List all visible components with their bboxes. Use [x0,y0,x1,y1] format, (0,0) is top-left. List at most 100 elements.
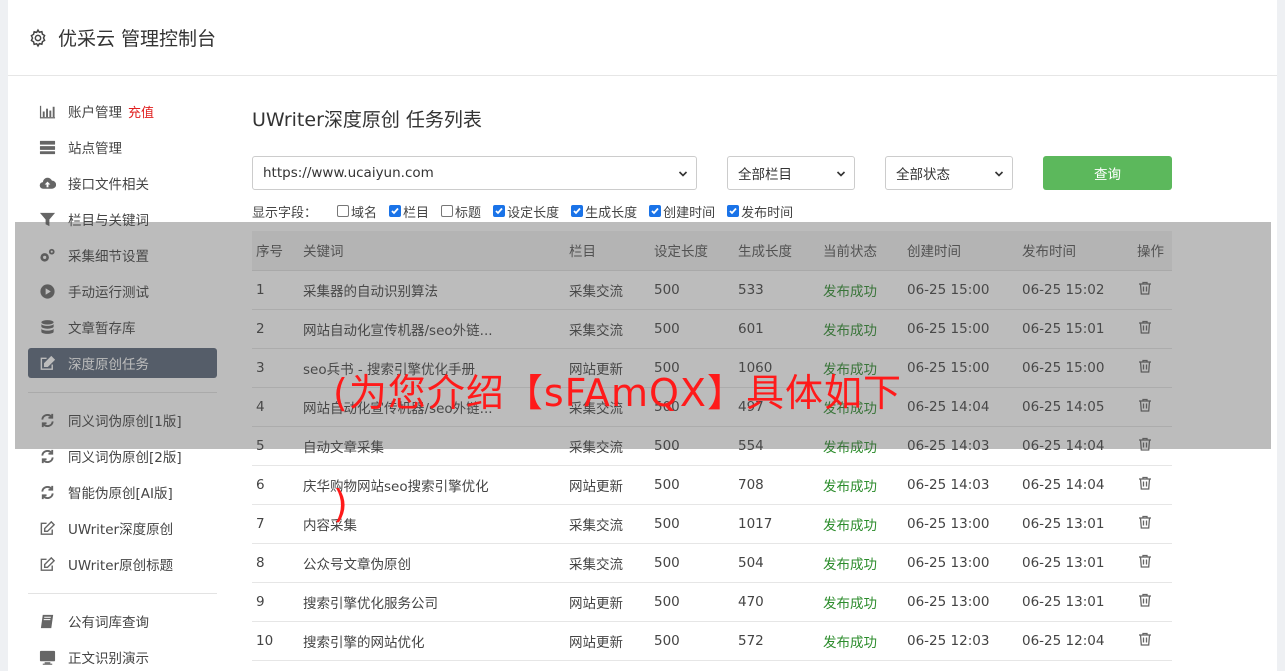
field-checkbox-column[interactable]: 栏目 [389,202,429,221]
cell-created: 06-25 13:00 [903,582,1018,622]
cell-index: 8 [252,543,299,583]
sidebar-item-interface-files[interactable]: 接口文件相关 [28,168,217,198]
query-button[interactable]: 查询 [1043,156,1172,190]
sidebar-item-sites[interactable]: 站点管理 [28,132,217,162]
sidebar-item-label: 同义词伪原创[2版] [68,450,182,466]
console-header: 优采云 管理控制台 [8,0,1277,76]
field-checkbox-title[interactable]: 标题 [441,202,481,221]
check-icon [391,207,399,215]
sidebar-item-label: UWriter原创标题 [68,558,174,574]
cell-actions [1133,504,1172,544]
cell-gen-length: 470 [734,582,819,622]
sidebar-item-label: 账户管理 [68,105,122,121]
sidebar-item-label: 公有词库查询 [68,615,149,631]
cell-set-length: 500 [650,543,734,583]
table-row: 10 搜索引擎的网站优化 网站更新 500 572 发布成功 06-25 12:03 06-2… [252,621,1172,661]
table-row: 9 搜索引擎优化服务公司 网站更新 500 470 发布成功 06-25 13:00 06-2… [252,582,1172,622]
chevron-down-icon [678,171,688,177]
cell-index: 9 [252,582,299,622]
checkbox[interactable] [337,205,350,217]
cell-index: 10 [252,621,299,661]
sidebar-item-label: 正文识别演示 [68,651,149,667]
sidebar-item-ai-rewrite[interactable]: 智能伪原创[AI版] [28,477,217,507]
trash-icon[interactable] [1137,592,1153,608]
check-icon [729,207,737,215]
cell-gen-length: 504 [734,543,819,583]
cell-column: 采集交流 [565,543,650,583]
cell-actions [1133,582,1172,622]
sidebar-item-uwriter-title[interactable]: UWriter原创标题 [28,549,217,579]
console-title: 优采云 管理控制台 [58,28,217,50]
checkbox-checked[interactable] [727,205,740,217]
checkbox-checked[interactable] [649,205,662,217]
bar-chart-icon [38,102,56,120]
trash-icon[interactable] [1137,631,1153,647]
cell-keyword: 搜索引擎优化服务公司 [299,582,565,622]
check-icon [573,207,581,215]
cell-status: 发布成功 [819,621,903,661]
checkbox-label: 域名 [351,205,378,221]
server-icon [38,138,56,156]
cell-created: 06-25 14:03 [903,465,1018,505]
column-select[interactable]: 全部栏目 [727,156,855,190]
cell-index: 6 [252,465,299,505]
gear-icon [30,28,46,47]
sidebar-item-account[interactable]: 账户管理 充值 [28,96,217,126]
sidebar-item-label: 站点管理 [68,141,122,157]
field-checkbox-published[interactable]: 发布时间 [727,202,793,221]
chevron-down-icon [994,171,1004,177]
status-select[interactable]: 全部状态 [885,156,1013,190]
cell-column: 网站更新 [565,582,650,622]
cell-published: 06-25 14:04 [1018,465,1133,505]
cell-created: 06-25 13:00 [903,504,1018,544]
display-fields-label: 显示字段： [252,205,318,221]
field-checkbox-created[interactable]: 创建时间 [649,202,715,221]
trash-icon[interactable] [1137,553,1153,569]
cell-published: 06-25 12:04 [1018,621,1133,661]
cell-gen-length: 572 [734,621,819,661]
field-checkbox-domain[interactable]: 域名 [337,202,377,221]
field-checkbox-set-length[interactable]: 设定长度 [493,202,559,221]
cell-actions [1133,543,1172,583]
checkbox-checked[interactable] [493,205,506,217]
sidebar-item-public-lexicon[interactable]: 公有词库查询 [28,606,217,636]
cell-column: 网站更新 [565,621,650,661]
cell-published: 06-25 13:01 [1018,504,1133,544]
checkbox-label: 栏目 [403,205,430,221]
column-select-value: 全部栏目 [738,167,792,183]
cell-status: 发布成功 [819,543,903,583]
cell-status: 发布成功 [819,504,903,544]
trash-icon[interactable] [1137,514,1153,530]
sidebar-item-label: UWriter深度原创 [68,522,174,538]
cell-index: 7 [252,504,299,544]
checkbox-label: 标题 [455,205,482,221]
table-row: 6 庆华购物网站seo搜索引擎优化 网站更新 500 708 发布成功 06-25 14:0… [252,465,1172,505]
field-checkbox-gen-length[interactable]: 生成长度 [571,202,637,221]
cell-created: 06-25 13:00 [903,543,1018,583]
site-select[interactable]: https://www.ucaiyun.com [252,156,697,190]
cell-column: 采集交流 [565,504,650,544]
book-icon [38,612,56,630]
sidebar-item-uwriter-deep[interactable]: UWriter深度原创 [28,513,217,543]
cell-column: 网站更新 [565,465,650,505]
checkbox-label: 设定长度 [507,205,560,221]
sidebar-item-text-recognition[interactable]: 正文识别演示 [28,642,217,671]
checkbox[interactable] [441,205,454,217]
recharge-link[interactable]: 充值 [128,102,154,121]
edit-icon [38,519,56,537]
chevron-down-icon [836,171,846,177]
cell-actions [1133,621,1172,661]
checkbox-checked[interactable] [389,205,402,217]
sidebar-item-label: 智能伪原创[AI版] [68,486,173,502]
trash-icon[interactable] [1137,475,1153,491]
checkbox-label: 创建时间 [663,205,716,221]
cell-actions [1133,465,1172,505]
checkbox-label: 发布时间 [741,205,794,221]
cell-set-length: 500 [650,465,734,505]
check-icon [495,207,503,215]
status-select-value: 全部状态 [896,167,950,183]
edit-icon [38,555,56,573]
cell-published: 06-25 13:01 [1018,582,1133,622]
watermark-text: (为您介绍【sFAmQX】具体如下 [333,371,902,415]
checkbox-checked[interactable] [571,205,584,217]
